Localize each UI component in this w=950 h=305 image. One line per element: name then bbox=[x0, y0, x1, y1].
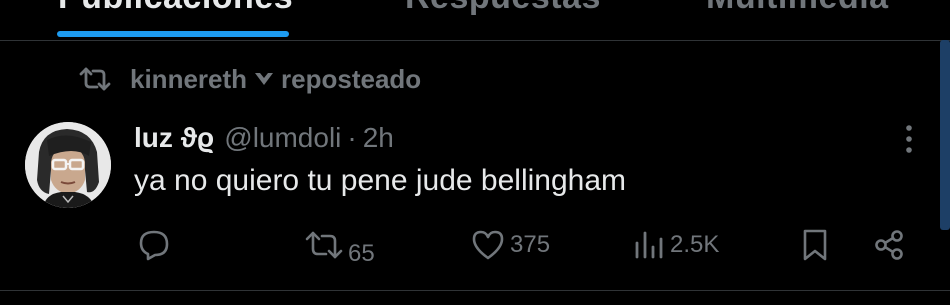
like-count: 375 bbox=[510, 231, 551, 258]
avatar[interactable] bbox=[25, 122, 111, 208]
tab-multimedia[interactable]: Multimedia bbox=[706, 0, 889, 17]
tweet-actions: 65 375 2.5K bbox=[0, 222, 950, 268]
heart-icon bbox=[255, 73, 274, 85]
scrollbar[interactable] bbox=[940, 40, 950, 230]
tab-publicaciones[interactable]: Publicaciones bbox=[58, 0, 293, 17]
tweet-text: ya no quiero tu pene jude bellingham bbox=[134, 164, 627, 197]
display-name[interactable]: luz ϑϱ bbox=[134, 122, 214, 154]
repost-icon bbox=[79, 67, 111, 91]
views-button[interactable]: 2.5K bbox=[632, 222, 719, 268]
like-button[interactable]: 375 bbox=[470, 222, 550, 268]
repost-icon bbox=[305, 231, 343, 259]
separator-dot: · bbox=[347, 122, 357, 153]
repost-label: reposteado bbox=[281, 63, 422, 94]
repost-button[interactable]: 65 bbox=[304, 222, 375, 268]
repost-context[interactable]: kinnereth reposteado bbox=[78, 62, 421, 96]
avatar-image bbox=[25, 122, 111, 208]
tweet-header: luz ϑϱ @lumdoli · 2h bbox=[134, 118, 394, 158]
profile-tabs: Publicaciones Respuestas Multimedia bbox=[0, 0, 950, 40]
active-tab-indicator bbox=[57, 31, 289, 37]
repost-count: 65 bbox=[348, 240, 375, 267]
share-button[interactable] bbox=[872, 222, 906, 268]
tabs-divider bbox=[0, 40, 950, 41]
reply-icon bbox=[139, 230, 169, 261]
bookmark-icon bbox=[803, 229, 827, 261]
tab-respuestas[interactable]: Respuestas bbox=[405, 0, 601, 17]
tweet-divider bbox=[0, 290, 950, 291]
user-handle[interactable]: @lumdoli bbox=[224, 122, 341, 154]
share-icon bbox=[875, 230, 903, 260]
repost-user[interactable]: kinnereth bbox=[130, 64, 247, 95]
view-count: 2.5K bbox=[670, 231, 720, 258]
heart-icon bbox=[472, 230, 504, 260]
bookmark-button[interactable] bbox=[800, 222, 830, 268]
views-chart-icon bbox=[635, 231, 663, 259]
more-options-icon[interactable] bbox=[898, 122, 920, 156]
reply-button[interactable] bbox=[136, 222, 176, 268]
tweet-time[interactable]: 2h bbox=[363, 122, 394, 154]
